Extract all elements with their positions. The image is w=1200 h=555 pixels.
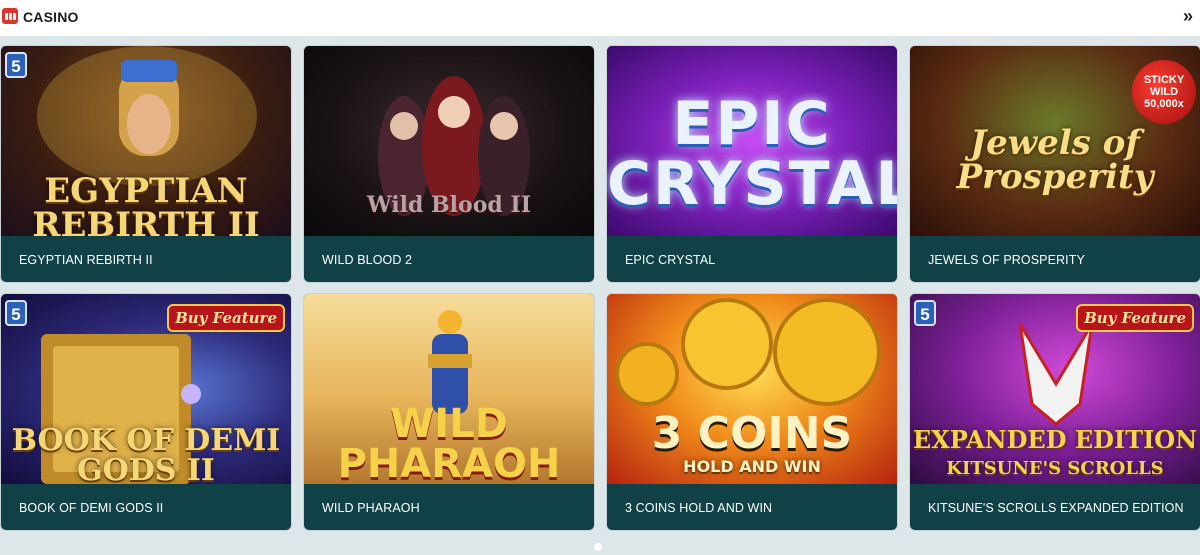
game-title: 3 COINS HOLD AND WIN [625,501,773,515]
game-card-egyptian-rebirth-ii[interactable]: 5 EGYPTIAN REBIRTH II EGYPTIAN REBIRTH I… [0,45,292,283]
game-thumbnail: WILD PHARAOH [304,294,594,484]
games-grid: 5 EGYPTIAN REBIRTH II EGYPTIAN REBIRTH I… [0,45,1200,531]
game-art-title: WILD PHARAOH [337,401,561,484]
game-title: KITSUNE'S SCROLLS EXPANDED EDITION [928,501,1184,515]
game-thumbnail: 3 COINS HOLD AND WIN [607,294,897,484]
game-title: WILD PHARAOH [322,501,420,515]
game-card-book-of-demi-gods-ii[interactable]: 5 Buy Feature BOOK OF DEMI GODS II BOOK … [0,293,292,531]
game-card-wild-blood-2[interactable]: Wild Blood II WILD BLOOD 2 [303,45,595,283]
game-card-wild-pharaoh[interactable]: WILD PHARAOH WILD PHARAOH [303,293,595,531]
buy-feature-badge: Buy Feature [1076,304,1194,332]
game-thumbnail: STICKY WILD 50,000x Jewels of Prosperity [910,46,1200,236]
game-thumbnail: Wild Blood II [304,46,594,236]
provider-badge: 5 [5,300,27,326]
section-header: CASINO » [0,0,1200,36]
game-title: EGYPTIAN REBIRTH II [19,253,153,267]
provider-badge: 5 [914,300,936,326]
game-art-title: EXPANDED EDITION [912,425,1198,454]
game-title: EPIC CRYSTAL [625,253,716,267]
game-art-title: EGYPTIAN REBIRTH II [32,171,260,236]
game-art-title: Wild Blood II [366,192,531,218]
game-art-subtitle: KITSUNE'S SCROLLS [946,458,1164,479]
buy-feature-badge: Buy Feature [167,304,285,332]
game-art-title: 3 COINS [651,408,853,459]
game-thumbnail: EPIC CRYSTAL [607,46,897,236]
game-card-epic-crystal[interactable]: EPIC CRYSTAL EPIC CRYSTAL [606,45,898,283]
game-art-subtitle: HOLD AND WIN [683,457,821,476]
game-art-title: BOOK OF DEMI GODS II [11,423,281,485]
slot-machine-icon [2,8,18,24]
game-card-jewels-of-prosperity[interactable]: STICKY WILD 50,000x Jewels of Prosperity… [909,45,1200,283]
game-title: BOOK OF DEMI GODS II [19,501,164,515]
game-title: JEWELS OF PROSPERITY [928,253,1085,267]
game-title: WILD BLOOD 2 [322,253,413,267]
chevron-right-double-icon[interactable]: » [1180,6,1196,26]
game-art-title: EPIC CRYSTAL [607,89,897,219]
sticky-wild-badge: STICKY WILD 50,000x [1132,60,1196,124]
game-art-title: Jewels of Prosperity [956,123,1154,197]
game-thumbnail: 5 Buy Feature BOOK OF DEMI GODS II [1,294,291,484]
game-card-3-coins-hold-and-win[interactable]: 3 COINS HOLD AND WIN 3 COINS HOLD AND WI… [606,293,898,531]
pagination-dot[interactable] [594,543,602,551]
game-thumbnail: 5 EGYPTIAN REBIRTH II [1,46,291,236]
game-thumbnail: 5 Buy Feature EXPANDED EDITION KITSUNE'S… [910,294,1200,484]
section-title: CASINO [23,9,79,25]
game-card-kitsunes-scrolls-expanded-edition[interactable]: 5 Buy Feature EXPANDED EDITION KITSUNE'S… [909,293,1200,531]
